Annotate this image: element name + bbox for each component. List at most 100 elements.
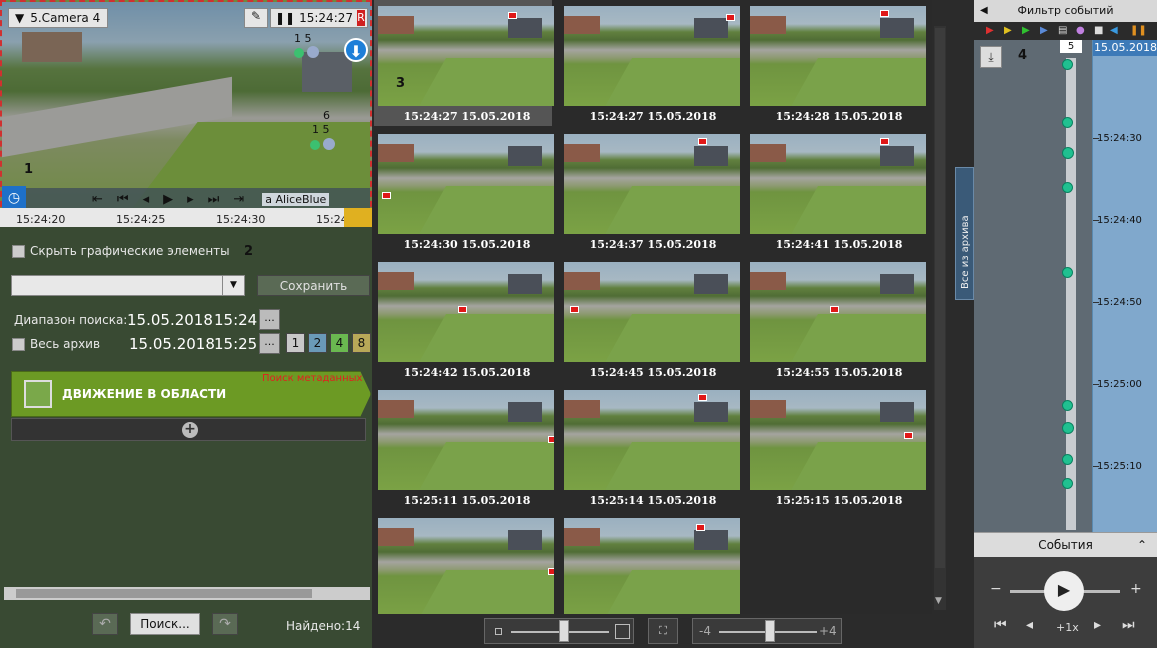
fast-forward-icon[interactable]: ⏭ [208,192,220,207]
search-type-combo[interactable]: ▼ [11,275,245,296]
whole-archive-checkbox[interactable] [12,337,25,351]
play-icon[interactable]: ▶ [163,192,173,207]
camera-time-box[interactable]: ❚❚ 15:24:27 R [270,8,368,28]
result-thumbnail[interactable] [378,262,554,362]
minus-icon[interactable]: − [990,581,1002,597]
events-header[interactable]: События ⌃ [974,532,1157,557]
event-marker[interactable] [1062,454,1073,465]
large-square-icon[interactable] [615,624,630,639]
pause-icon[interactable]: ❚❚ [275,11,295,25]
result-thumbnail[interactable] [564,6,740,106]
speed-8-button[interactable]: 8 [352,333,371,353]
event-marker[interactable] [1062,182,1073,193]
zoom-knob[interactable] [765,620,775,642]
fast-rewind-icon[interactable]: ⏮ [117,192,129,207]
frame-in-icon[interactable]: ⇥ [233,192,244,207]
clock-icon[interactable]: ◷ [2,186,26,210]
play-icon[interactable]: ▶ [1044,571,1084,611]
speed-1-button[interactable]: 1 [286,333,305,353]
range-start-picker-button[interactable]: ... [259,309,280,330]
speed-2-button[interactable]: 2 [308,333,327,353]
horizontal-scrollbar[interactable] [4,587,370,600]
result-item[interactable]: 15:24:27 15.05.2018 [560,0,740,126]
result-thumbnail[interactable] [378,518,554,618]
vertical-scrollbar[interactable]: ▲ ▼ [934,26,946,610]
result-thumbnail[interactable] [750,262,926,362]
result-thumbnail[interactable] [564,518,740,618]
result-thumbnail[interactable] [378,390,554,490]
export-icon[interactable]: ⤓ [980,46,1002,68]
green-filter-icon[interactable]: ▶ [1022,25,1030,36]
event-marker[interactable] [1062,147,1074,159]
fast-rewind-icon[interactable]: ⏮ [994,617,1007,633]
range-end-date[interactable]: 15.05.2018 [129,335,215,353]
plus-icon[interactable]: + [1130,581,1142,597]
save-button[interactable]: Сохранить [257,275,370,296]
result-item[interactable]: 15:24:37 15.05.2018 [560,128,740,254]
camera-view[interactable]: ▼ 5.Camera 4 ✎ ❚❚ 15:24:27 R 1 5 ⬇ 6 1 5… [0,0,372,227]
event-marker[interactable] [1062,267,1073,278]
range-start-time[interactable]: 15:24 [214,311,257,329]
frame-out-icon[interactable]: ⇤ [92,192,103,207]
red-filter-icon[interactable]: ▶ [986,25,994,36]
download-icon[interactable]: ⬇ [344,38,368,62]
step-forward-icon[interactable]: ▸ [1094,617,1101,633]
time-scale[interactable]: 15.05.2018 15:24:30 15:24:40 15:24:50 15… [1092,40,1157,532]
collapse-up-icon[interactable]: ⌃ [1137,533,1147,558]
event-marker[interactable] [1062,478,1073,489]
step-back-icon[interactable]: ◂ [143,192,150,207]
search-button[interactable]: Поиск... [130,613,200,635]
camera-timeline[interactable]: 15:24:20 15:24:25 15:24:30 15:24 [0,208,372,227]
result-thumbnail[interactable] [378,6,554,106]
result-item[interactable]: 15:24:28 15.05.2018 [746,0,926,126]
step-forward-icon[interactable]: ▸ [187,192,194,207]
result-thumbnail[interactable] [564,390,740,490]
camera-select[interactable]: ▼ 5.Camera 4 [8,8,108,28]
note-icon[interactable]: ✎ [244,8,268,28]
add-icon[interactable]: + [182,422,198,438]
scroll-thumb[interactable] [935,28,945,568]
step-back-icon[interactable]: ◂ [1026,617,1033,633]
person-filter-icon[interactable]: ● [1076,25,1085,36]
range-start-date[interactable]: 15.05.2018 [127,311,213,329]
result-thumbnail[interactable] [378,134,554,234]
result-thumbnail[interactable] [564,262,740,362]
undo-icon[interactable]: ↶ [92,613,118,635]
fast-forward-icon[interactable]: ⏭ [1122,617,1135,633]
result-item[interactable]: 15:24:42 15.05.2018 [374,256,554,382]
result-item[interactable]: 15:24:45 15.05.2018 [560,256,740,382]
result-item[interactable]: 15:24:27 15.05.2018 3 [374,0,554,126]
fit-screen-icon[interactable]: ⛶ [648,618,678,644]
redo-icon[interactable]: ↷ [212,613,238,635]
scroll-down-icon[interactable]: ▼ [935,596,942,606]
result-item[interactable]: 15:24:30 15.05.2018 [374,128,554,254]
list-filter-icon[interactable]: ▤ [1058,25,1067,36]
blue-filter-icon[interactable]: ▶ [1040,25,1048,36]
whole-archive-row[interactable]: Весь архив [12,337,100,351]
hide-graphics-checkbox[interactable] [12,244,25,258]
scroll-thumb[interactable] [16,589,312,598]
result-item[interactable]: 15:25:15 15.05.2018 [746,384,926,510]
chevron-down-icon[interactable]: ▼ [222,276,244,295]
yellow-filter-icon[interactable]: ▶ [1004,25,1012,36]
all-archive-tab[interactable]: Все из архива [955,167,974,300]
event-marker[interactable] [1062,422,1074,434]
result-thumbnail[interactable] [750,6,926,106]
small-square-icon[interactable] [495,628,502,635]
result-thumbnail[interactable] [750,390,926,490]
pause-filter-icon[interactable]: ❚❚ [1130,25,1147,36]
event-marker[interactable] [1062,59,1073,70]
audio-filter-icon[interactable]: ◀ [1110,25,1118,36]
result-item[interactable]: 15:25:14 15.05.2018 [560,384,740,510]
result-item[interactable]: 15:24:55 15.05.2018 [746,256,926,382]
result-item[interactable]: 15:24:41 15.05.2018 [746,128,926,254]
speed-4-button[interactable]: 4 [330,333,349,353]
result-thumbnail[interactable] [564,134,740,234]
event-marker[interactable] [1062,117,1073,128]
range-end-picker-button[interactable]: ... [259,333,280,354]
event-timeline[interactable]: ⤓ 4 5 [974,40,1092,532]
camera-filter-icon[interactable]: ■ [1094,25,1103,36]
thumb-size-knob[interactable] [559,620,569,642]
result-item[interactable]: 15:25:11 15.05.2018 [374,384,554,510]
hide-graphics-row[interactable]: Скрыть графические элементы [12,244,230,258]
